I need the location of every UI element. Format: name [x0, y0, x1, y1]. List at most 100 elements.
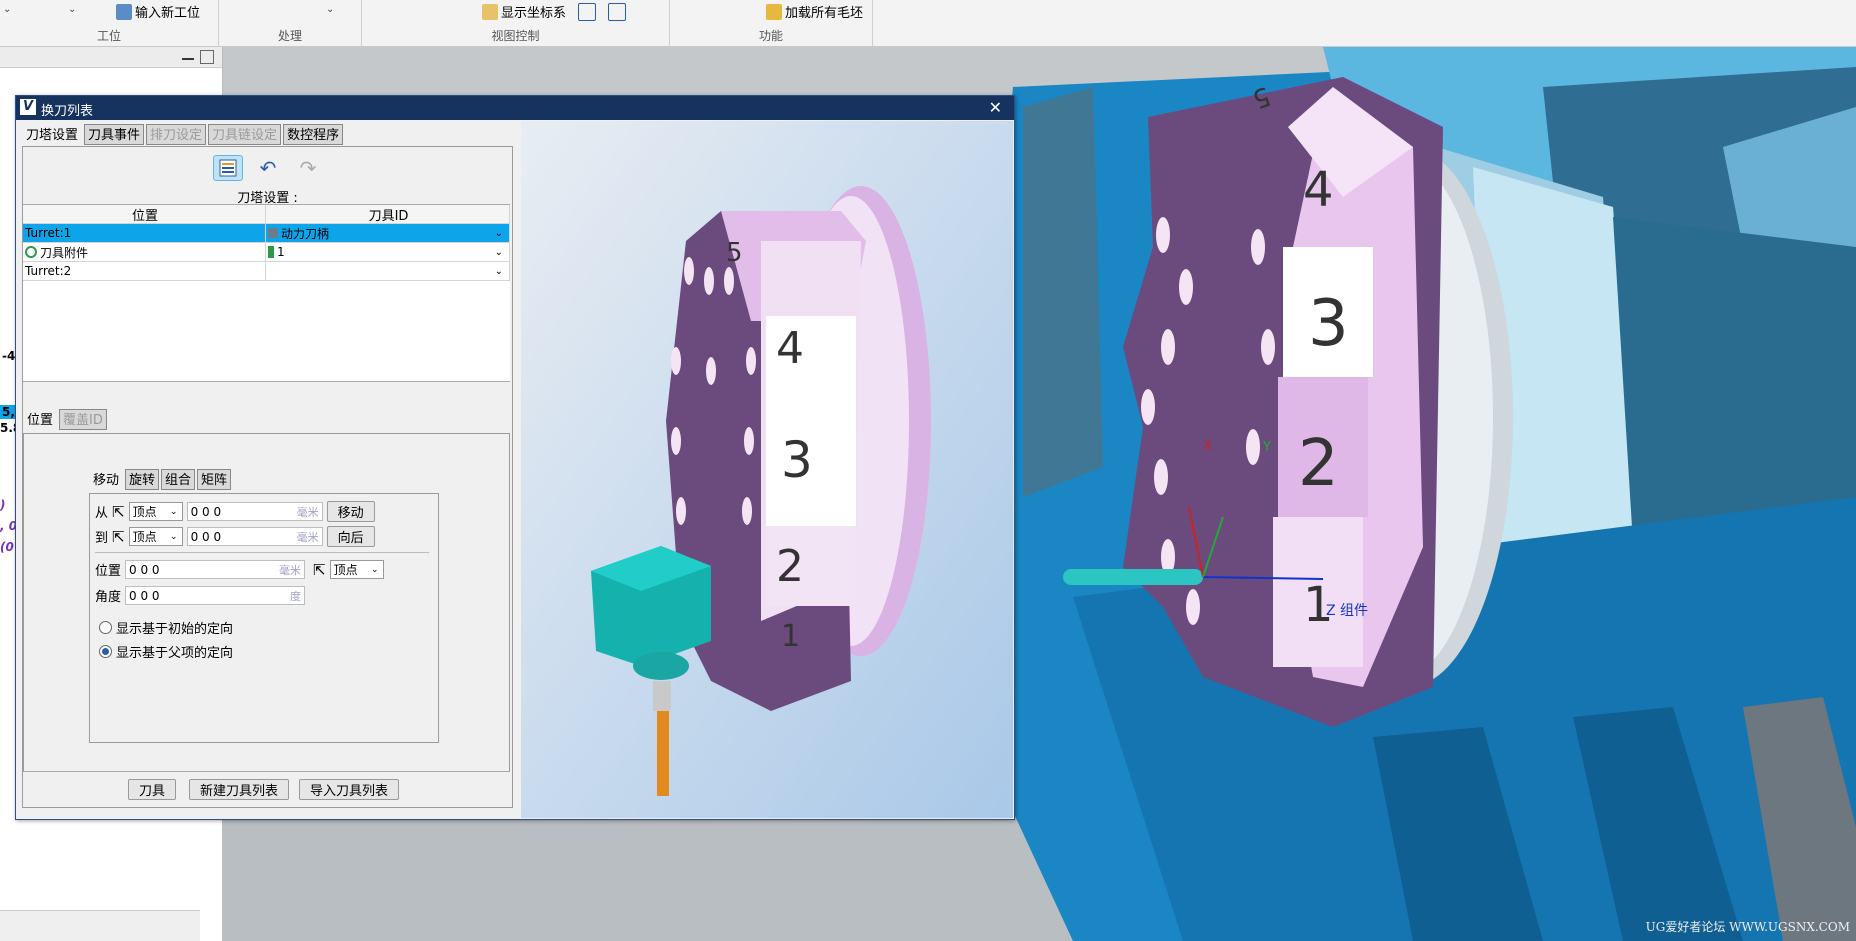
to-mode-value: 顶点: [132, 530, 157, 544]
axis-x-label: X: [1203, 439, 1212, 454]
viewport-station-3: 3: [1308, 287, 1349, 361]
from-value: 0 0 0: [190, 504, 222, 519]
row-tool-id-cell[interactable]: ⌄: [266, 262, 510, 280]
tool-button[interactable]: 刀具: [128, 779, 177, 800]
radio-initial-orientation[interactable]: 显示基于初始的定向: [99, 618, 233, 637]
redo-icon: ↷: [299, 156, 317, 180]
from-row: 从 ⇱ 顶点 ⌄ 0 0 0 毫米 移动: [95, 501, 375, 522]
dialog-titlebar[interactable]: V 换刀列表 ✕: [16, 96, 1014, 120]
radio-parent-orientation[interactable]: 显示基于父项的定向: [99, 642, 233, 661]
position-mode-select[interactable]: 顶点 ⌄: [329, 560, 384, 579]
to-label: 到: [95, 531, 109, 546]
chevron-down-icon[interactable]: ⌄: [326, 4, 334, 15]
from-value-input[interactable]: 0 0 0 毫米: [186, 502, 323, 521]
row-tool-id-cell[interactable]: 动力刀柄 ⌄: [266, 224, 510, 242]
left-panel-scrollbar[interactable]: [0, 910, 200, 941]
preview-station-2: 2: [776, 541, 804, 592]
tab-tool-events[interactable]: 刀具事件: [84, 124, 145, 145]
chevron-down-icon[interactable]: ⌄: [495, 247, 503, 258]
tab-nc-program[interactable]: 数控程序: [283, 124, 344, 145]
chevron-down-icon: ⌄: [170, 506, 178, 517]
sidebar-fragment: -4: [2, 349, 16, 363]
angle-value-input[interactable]: 0 0 0 度: [125, 586, 306, 605]
position-row: 位置 0 0 0 毫米 ⇱ 顶点 ⌄: [95, 560, 384, 579]
minimize-icon[interactable]: [182, 52, 194, 60]
position-value: 0 0 0: [129, 562, 160, 577]
row-tool-id-cell[interactable]: 1 ⌄: [266, 243, 510, 261]
ribbon: ▔▔▔▔▔ ⌄ ⌄ 输入新工位 工位 ⌄ 处理 显示坐标系 视图控制 加载所有毛…: [0, 0, 1856, 47]
attachment-icon: [25, 246, 37, 258]
column-header-tool-id[interactable]: 刀具ID: [266, 205, 510, 224]
tab-combine[interactable]: 组合: [161, 469, 196, 490]
tab-turret-setup[interactable]: 刀塔设置: [22, 124, 83, 145]
new-tool-list-button[interactable]: 新建刀具列表: [189, 779, 290, 800]
preview-station-1: 1: [781, 619, 801, 654]
pick-cursor-icon[interactable]: ⇱: [112, 503, 125, 521]
chevron-down-icon[interactable]: ⌄: [3, 4, 11, 15]
dialog-tabs: 刀塔设置 刀具事件 排刀设定 刀具链设定 数控程序: [22, 124, 344, 145]
position-panel: 移动 旋转 组合 矩阵 从 ⇱ 顶点 ⌄ 0 0 0 毫米 移动 到 ⇱ 顶点 …: [23, 433, 510, 805]
tab-rotate[interactable]: 旋转: [125, 469, 160, 490]
row-position-cell[interactable]: Turret:1: [23, 224, 266, 242]
list-settings-icon[interactable]: [213, 155, 243, 181]
ribbon-group-label: 视图控制: [491, 29, 540, 43]
show-csys-button[interactable]: 显示坐标系: [482, 2, 566, 21]
tool-id-value: 动力刀柄: [281, 226, 330, 241]
row-position-cell[interactable]: Turret:2: [23, 262, 266, 280]
angle-row: 角度 0 0 0 度: [95, 586, 306, 605]
tab-matrix[interactable]: 矩阵: [197, 469, 232, 490]
undo-icon[interactable]: ↶: [253, 155, 283, 181]
chevron-down-icon[interactable]: ⌄: [495, 266, 503, 277]
turret-grid: 位置 刀具ID Turret:1 动力刀柄 ⌄ 刀具附件 1 ⌄ Turret:…: [23, 204, 510, 382]
float-window-icon[interactable]: [200, 50, 214, 64]
chevron-down-icon[interactable]: ⌄: [68, 4, 76, 15]
tool-accessory-label: 刀具附件: [40, 245, 89, 260]
from-mode-select[interactable]: 顶点 ⌄: [128, 502, 183, 521]
input-new-station-button[interactable]: 输入新工位: [116, 2, 200, 21]
new-station-icon: [116, 3, 132, 20]
tool-holder-icon: [268, 228, 278, 238]
left-panel-header: [0, 47, 222, 68]
to-mode-select[interactable]: 顶点 ⌄: [128, 527, 183, 546]
radio-parent[interactable]: [99, 645, 112, 658]
ribbon-cut-label: ▔▔▔▔▔: [40, 0, 90, 9]
ribbon-group-view: 显示坐标系 视图控制: [362, 0, 670, 46]
angle-label: 角度: [95, 590, 122, 605]
close-icon[interactable]: ✕: [989, 98, 1002, 117]
dialog-title: 换刀列表: [41, 104, 94, 119]
back-button[interactable]: 向后: [326, 526, 375, 547]
dialog-button-bar: 刀具 新建刀具列表 导入刀具列表: [23, 771, 510, 806]
ribbon-group-label: 处理: [277, 29, 302, 43]
unit-label: 毫米: [279, 563, 302, 577]
angle-value: 0 0 0: [129, 588, 160, 603]
table-row[interactable]: Turret:1 动力刀柄 ⌄: [23, 224, 510, 243]
to-value-input[interactable]: 0 0 0 毫米: [186, 527, 323, 546]
input-new-station-label: 输入新工位: [135, 6, 201, 21]
position-label: 位置: [95, 564, 122, 579]
pick-cursor-icon[interactable]: ⇱: [112, 528, 125, 546]
preview-station-3: 3: [781, 431, 813, 489]
from-mode-value: 顶点: [132, 505, 157, 519]
table-row[interactable]: Turret:2 ⌄: [23, 262, 510, 281]
move-button[interactable]: 移动: [326, 501, 375, 522]
tool-icon: [268, 246, 274, 258]
import-tool-list-button[interactable]: 导入刀具列表: [299, 779, 400, 800]
load-all-blanks-button[interactable]: 加载所有毛坯: [766, 2, 863, 21]
position-value-input[interactable]: 0 0 0 毫米: [125, 560, 306, 579]
preview-scene: [521, 121, 1013, 818]
row-position-cell[interactable]: 刀具附件: [23, 243, 266, 261]
tab-move[interactable]: 移动: [89, 469, 124, 490]
csys-icon: [482, 3, 498, 20]
chevron-down-icon[interactable]: ⌄: [495, 228, 503, 239]
tab-position[interactable]: 位置: [23, 409, 58, 430]
layout-view-icon[interactable]: [608, 3, 626, 21]
split-view-icon[interactable]: [578, 3, 596, 21]
turret-preview[interactable]: 5 4 3 2 1: [521, 121, 1013, 818]
radio-initial[interactable]: [99, 621, 112, 634]
load-all-blanks-label: 加载所有毛坯: [785, 6, 864, 21]
viewport-station-2: 2: [1298, 427, 1339, 501]
move-panel: 从 ⇱ 顶点 ⌄ 0 0 0 毫米 移动 到 ⇱ 顶点 ⌄ 0 0 0 毫米 向…: [89, 493, 439, 743]
table-row[interactable]: 刀具附件 1 ⌄: [23, 243, 510, 262]
pick-cursor-icon[interactable]: ⇱: [313, 561, 326, 579]
column-header-position[interactable]: 位置: [23, 205, 266, 224]
